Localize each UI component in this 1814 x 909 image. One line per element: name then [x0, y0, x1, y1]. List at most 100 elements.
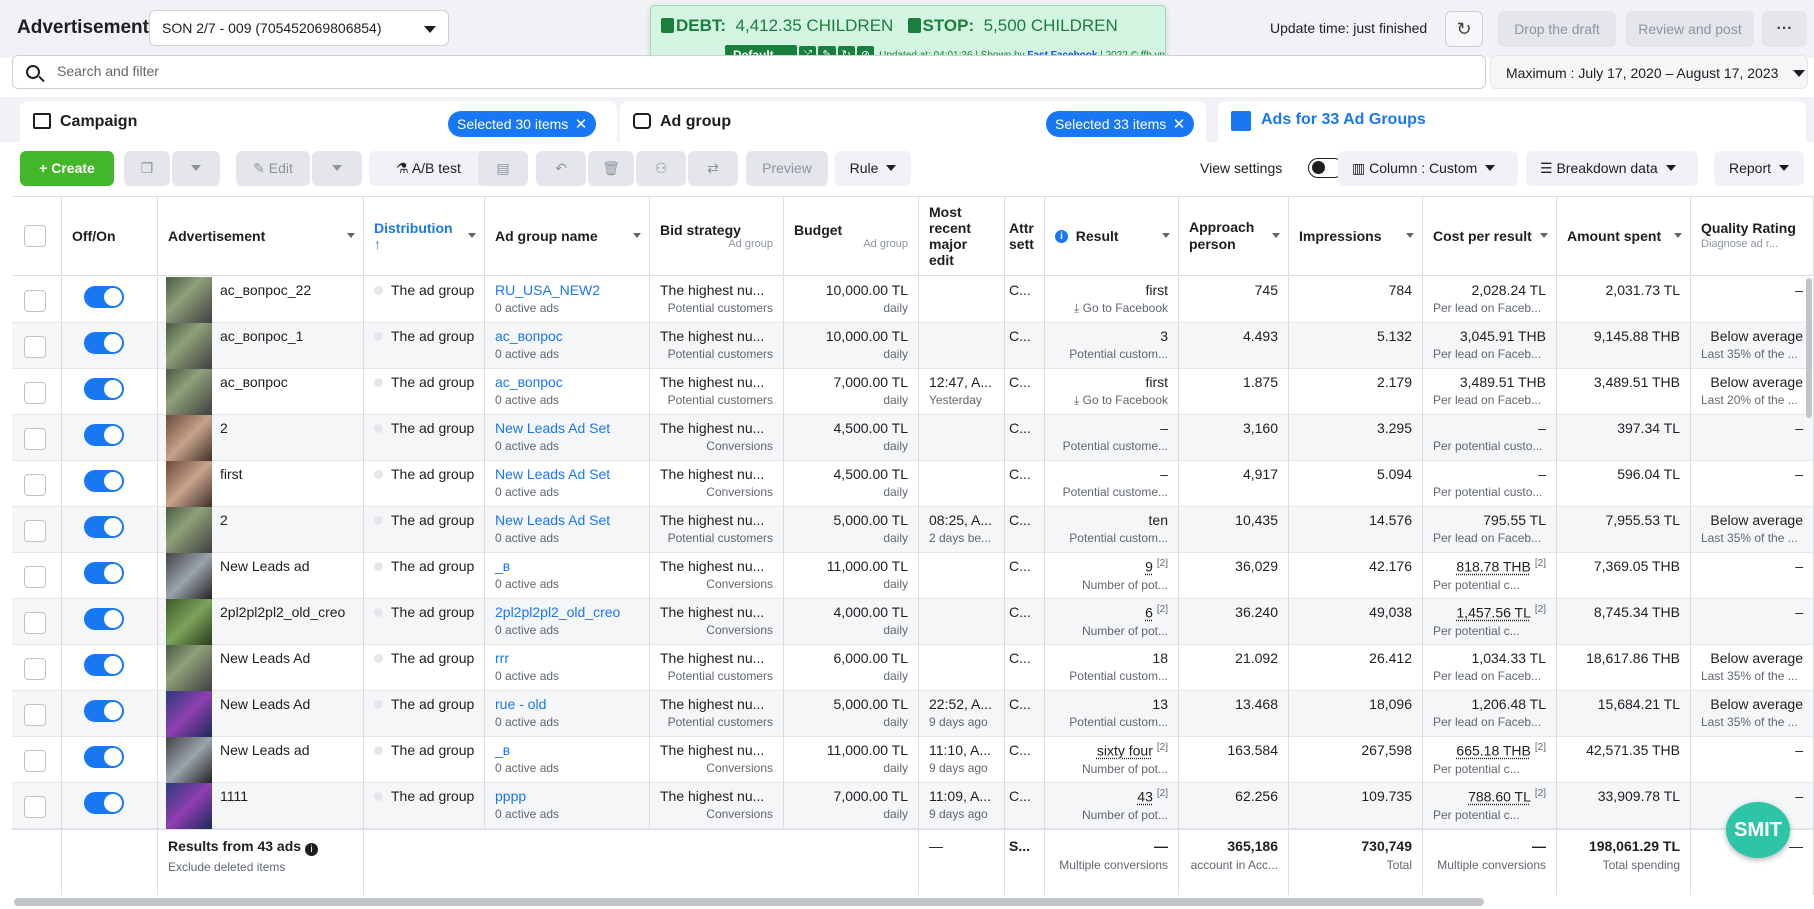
audience-button[interactable]: ⚇ — [636, 151, 686, 186]
ad-group-link[interactable]: RU_USA_NEW2 — [495, 282, 639, 298]
close-icon[interactable]: ✕ — [575, 115, 588, 133]
header-cost-per-result[interactable]: Cost per result — [1423, 197, 1557, 276]
ad-toggle[interactable] — [84, 608, 124, 630]
row-checkbox[interactable] — [24, 658, 46, 680]
undo-button[interactable]: ↶ — [536, 151, 586, 186]
ad-group-link[interactable]: ас_вопрос — [495, 374, 639, 390]
budget-value[interactable]: 5,000.00 TL — [794, 696, 908, 712]
breakdown-button[interactable]: ☰ Breakdown data — [1526, 151, 1698, 186]
ad-name[interactable]: 2 — [220, 512, 228, 528]
select-all-checkbox[interactable] — [24, 225, 46, 247]
row-checkbox[interactable] — [24, 520, 46, 542]
ad-thumbnail[interactable] — [166, 277, 212, 323]
header-result[interactable]: i Result — [1045, 197, 1179, 276]
row-checkbox[interactable] — [24, 750, 46, 772]
create-button[interactable]: + Create — [20, 151, 114, 186]
ad-group-link[interactable]: rue - old — [495, 696, 639, 712]
vertical-scrollbar[interactable] — [1806, 278, 1812, 418]
ad-group-link[interactable]: New Leads Ad Set — [495, 466, 639, 482]
info-icon[interactable]: i — [304, 843, 318, 856]
ad-name[interactable]: ас_вопрос_22 — [220, 282, 311, 298]
edit-button[interactable]: ✎ Edit — [236, 151, 310, 186]
header-onoff[interactable]: Off/On — [62, 197, 158, 276]
row-checkbox[interactable] — [24, 704, 46, 726]
row-checkbox[interactable] — [24, 428, 46, 450]
header-distribution[interactable]: Distribution ↑ — [364, 197, 485, 276]
ab-test-button[interactable]: ⚗ A/B test — [369, 151, 488, 186]
ad-name[interactable]: New Leads ad — [220, 742, 310, 758]
table-row[interactable]: 1111 The ad group pppp 0 active ads The high… — [12, 783, 1814, 829]
ad-toggle[interactable] — [84, 470, 124, 492]
rule-button[interactable]: Rule — [835, 151, 911, 186]
row-checkbox[interactable] — [24, 336, 46, 358]
ad-thumbnail[interactable] — [166, 415, 212, 461]
budget-value[interactable]: 4,500.00 TL — [794, 420, 908, 436]
table-row[interactable]: ас_вопрос_22 The ad group RU_USA_NEW2 0 act… — [12, 277, 1814, 323]
header-recent-edit[interactable]: Most recent major edit — [919, 197, 1005, 276]
ad-group-link[interactable]: rrr — [495, 650, 639, 666]
ad-name[interactable]: New Leads ad — [220, 558, 310, 574]
date-range-picker[interactable]: Maximum : July 17, 2020 – August 17, 202… — [1490, 55, 1808, 89]
ad-group-link[interactable]: 2pl2pl2pl2_old_creo — [495, 604, 639, 620]
ad-thumbnail[interactable] — [166, 599, 212, 645]
budget-value[interactable]: 5,000.00 TL — [794, 512, 908, 528]
ad-group-link[interactable]: New Leads Ad Set — [495, 512, 639, 528]
more-options-button[interactable]: ··· — [1762, 11, 1807, 47]
account-select[interactable]: SON 2/7 - 009 (705452069806854) — [149, 10, 449, 46]
ad-thumbnail[interactable] — [166, 553, 212, 599]
column-select[interactable]: ▥ Column : Custom — [1338, 151, 1518, 186]
header-select-all[interactable] — [12, 197, 62, 276]
ad-toggle[interactable] — [84, 516, 124, 538]
ad-toggle[interactable] — [84, 700, 124, 722]
budget-value[interactable]: 10,000.00 TL — [794, 282, 908, 298]
duplicate-button[interactable]: ❐ — [124, 151, 170, 186]
ad-name[interactable]: 2 — [220, 420, 228, 436]
budget-value[interactable]: 10,000.00 TL — [794, 328, 908, 344]
table-row[interactable]: New Leads ad The ad group _в 0 active ads Th… — [12, 553, 1814, 599]
table-row[interactable]: 2 The ad group New Leads Ad Set 0 active ad… — [12, 415, 1814, 461]
ad-toggle[interactable] — [84, 424, 124, 446]
table-row[interactable]: ас_вопрос The ad group ас_вопрос 0 active a… — [12, 369, 1814, 415]
ad-toggle[interactable] — [84, 378, 124, 400]
ad-name[interactable]: New Leads Ad — [220, 696, 310, 712]
row-checkbox[interactable] — [24, 290, 46, 312]
row-checkbox[interactable] — [24, 382, 46, 404]
ad-thumbnail[interactable] — [166, 369, 212, 415]
ad-thumbnail[interactable] — [166, 323, 212, 369]
tab-campaign[interactable]: Campaign Selected 30 items ✕ — [20, 101, 617, 142]
header-advertisement[interactable]: Advertisement — [158, 197, 364, 276]
ad-group-link[interactable]: New Leads Ad Set — [495, 420, 639, 436]
ad-thumbnail[interactable] — [166, 691, 212, 737]
ad-name[interactable]: ас_вопрос — [220, 374, 288, 390]
ad-name[interactable]: 1111 — [220, 788, 248, 804]
ad-group-link[interactable]: _в — [495, 742, 639, 758]
ad-thumbnail[interactable] — [166, 507, 212, 553]
row-checkbox[interactable] — [24, 566, 46, 588]
row-checkbox[interactable] — [24, 474, 46, 496]
header-attribution[interactable]: Attr sett — [1005, 197, 1045, 276]
ad-thumbnail[interactable] — [166, 783, 212, 829]
table-row[interactable]: ас_вопрос_1 The ad group ас_вопрос 0 active… — [12, 323, 1814, 369]
header-approach[interactable]: Approach person — [1179, 197, 1289, 276]
review-post-button[interactable]: Review and post — [1626, 11, 1754, 47]
ad-toggle[interactable] — [84, 746, 124, 768]
budget-value[interactable]: 4,500.00 TL — [794, 466, 908, 482]
ad-toggle[interactable] — [84, 332, 124, 354]
budget-value[interactable]: 4,000.00 TL — [794, 604, 908, 620]
campaign-selected-pill[interactable]: Selected 30 items ✕ — [448, 111, 597, 137]
ad-thumbnail[interactable] — [166, 737, 212, 783]
close-icon[interactable]: ✕ — [1173, 115, 1186, 133]
smit-chat-badge[interactable]: SMIT — [1726, 802, 1790, 858]
budget-value[interactable]: 11,000.00 TL — [794, 558, 908, 574]
ad-toggle[interactable] — [84, 654, 124, 676]
drop-draft-button[interactable]: Drop the draft — [1498, 11, 1616, 47]
header-budget[interactable]: Budget Ad group — [784, 197, 919, 276]
duplicate-menu-button[interactable] — [172, 151, 220, 186]
ad-group-link[interactable]: pppp — [495, 788, 639, 804]
info-icon[interactable]: i — [1055, 229, 1068, 243]
header-quality[interactable]: Quality Rating Diagnose ad r... — [1691, 197, 1814, 276]
report-button[interactable]: Report — [1714, 151, 1804, 186]
horizontal-scrollbar[interactable] — [14, 898, 1484, 906]
table-row[interactable]: 2 The ad group New Leads Ad Set 0 active ad… — [12, 507, 1814, 553]
header-ad-group[interactable]: Ad group name — [485, 197, 650, 276]
